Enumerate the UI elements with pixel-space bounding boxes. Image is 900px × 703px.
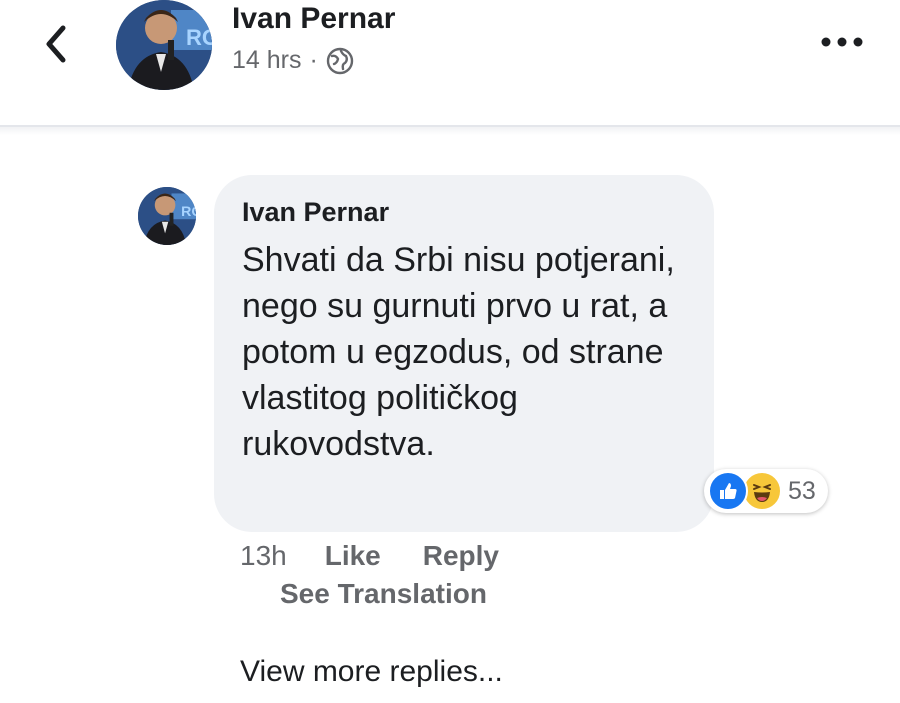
svg-text:RO: RO [181, 204, 196, 220]
post-time[interactable]: 14 hrs [232, 46, 301, 75]
comment-text: Shvati da Srbi nisu potjerani, nego su g… [242, 241, 675, 463]
svg-text:RO: RO [186, 25, 212, 50]
meta-separator: · [309, 46, 318, 74]
comment-actions: 13h Like Reply [240, 540, 499, 572]
comment-bubble[interactable]: Ivan Pernar Shvati da Srbi nisu potjeran… [214, 175, 714, 532]
comment-time[interactable]: 13h [240, 540, 287, 572]
more-dots-icon [821, 37, 863, 47]
post-meta: 14 hrs · [232, 46, 354, 75]
see-translation-link[interactable]: See Translation [280, 578, 487, 610]
header-divider [0, 127, 900, 135]
post-header: RO Ivan Pernar 14 hrs · [0, 0, 900, 127]
haha-icon [742, 471, 782, 511]
header-author-name[interactable]: Ivan Pernar [232, 2, 395, 36]
like-button[interactable]: Like [325, 540, 381, 572]
reply-button[interactable]: Reply [423, 540, 499, 572]
chevron-left-icon [46, 25, 66, 63]
avatar-photo: RO [116, 0, 212, 90]
like-icon [708, 471, 748, 511]
view-more-replies-link[interactable]: View more replies... [240, 655, 503, 689]
reaction-count: 53 [788, 476, 816, 505]
reactions-summary[interactable]: 53 [704, 469, 828, 513]
header-avatar[interactable]: RO [116, 0, 212, 90]
more-options-button[interactable] [818, 24, 866, 60]
globe-icon [326, 47, 354, 74]
comment-avatar[interactable]: RO [138, 187, 196, 245]
comment-author-name[interactable]: Ivan Pernar [242, 197, 389, 228]
avatar-photo: RO [138, 187, 196, 245]
back-button[interactable] [30, 18, 82, 70]
